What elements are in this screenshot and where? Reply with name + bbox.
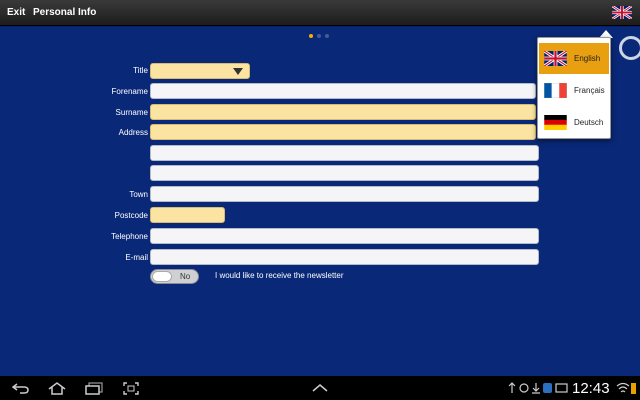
language-menu: English Français Deutsch xyxy=(537,37,611,139)
town-field[interactable] xyxy=(150,186,539,202)
surname-field[interactable] xyxy=(150,104,536,120)
wifi-battery-icon xyxy=(616,382,636,394)
surname-label: Surname xyxy=(115,108,148,117)
next-page-icon[interactable] xyxy=(619,36,640,60)
home-icon[interactable] xyxy=(48,382,66,395)
exit-button[interactable]: Exit xyxy=(7,7,25,18)
newsletter-toggle[interactable]: No xyxy=(150,269,199,284)
postcode-field[interactable] xyxy=(150,207,225,223)
forename-label: Forename xyxy=(111,87,148,96)
chevron-down-icon xyxy=(233,68,243,75)
address-line-3-field[interactable] xyxy=(150,165,539,181)
language-option-english[interactable]: English xyxy=(539,43,609,74)
chevron-up-icon[interactable] xyxy=(312,384,328,392)
email-field[interactable] xyxy=(150,249,539,265)
town-label: Town xyxy=(129,190,148,199)
clock: 12:43 xyxy=(572,380,610,397)
uk-flag-icon[interactable] xyxy=(612,6,632,19)
language-option-german[interactable]: Deutsch xyxy=(539,107,609,138)
system-navigation-bar: 12:43 xyxy=(0,376,640,400)
forename-field[interactable] xyxy=(150,83,536,99)
newsletter-label: I would like to receive the newsletter xyxy=(215,271,344,280)
france-flag-icon xyxy=(544,83,567,98)
recent-apps-icon[interactable] xyxy=(85,382,103,395)
page-title: Personal Info xyxy=(33,7,97,18)
uk-flag-icon xyxy=(544,51,567,66)
language-label: Français xyxy=(574,86,605,95)
title-label: Title xyxy=(133,66,148,75)
address-line-2-field[interactable] xyxy=(150,145,539,161)
notification-icons xyxy=(508,382,568,394)
toggle-state: No xyxy=(180,272,191,281)
page-dot xyxy=(317,34,321,38)
page-dot-active xyxy=(309,34,313,38)
page-dot xyxy=(325,34,329,38)
postcode-label: Postcode xyxy=(114,211,148,220)
toggle-knob xyxy=(152,271,172,282)
address-label: Address xyxy=(118,128,148,137)
language-label: Deutsch xyxy=(574,118,604,127)
title-select[interactable] xyxy=(150,63,250,79)
email-label: E-mail xyxy=(125,253,148,262)
language-option-french[interactable]: Français xyxy=(539,75,609,106)
action-bar: Exit Personal Info xyxy=(0,0,640,26)
screenshot-icon[interactable] xyxy=(123,382,139,395)
address-line-1-field[interactable] xyxy=(150,124,536,140)
telephone-label: Telephone xyxy=(111,232,148,241)
germany-flag-icon xyxy=(544,115,567,130)
language-label: English xyxy=(574,54,601,63)
back-icon[interactable] xyxy=(12,382,30,394)
telephone-field[interactable] xyxy=(150,228,539,244)
